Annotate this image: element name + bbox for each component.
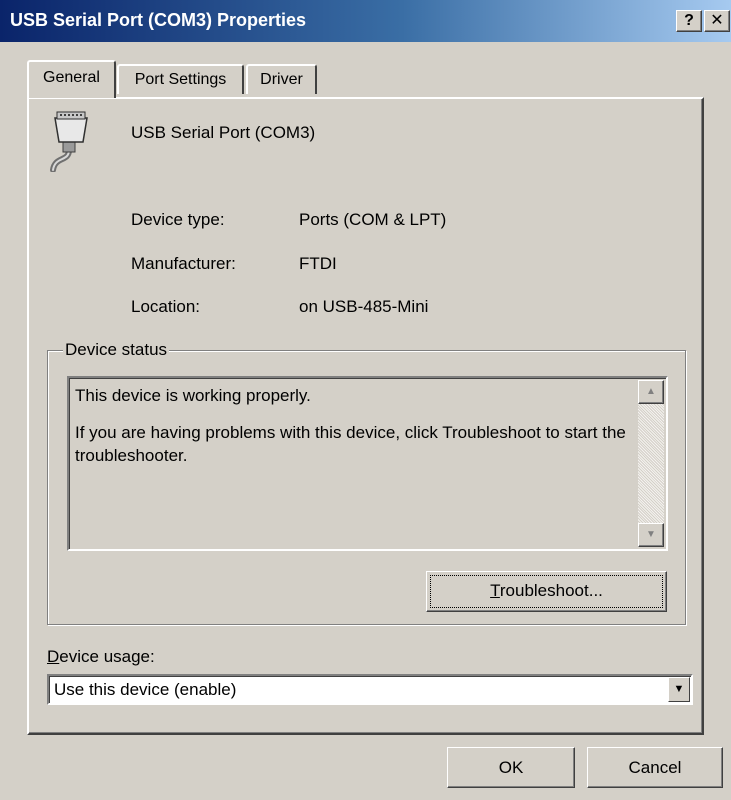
tab-general-label: General bbox=[43, 69, 100, 86]
device-status-group-label: Device status bbox=[63, 340, 170, 360]
ok-button[interactable]: OK bbox=[447, 747, 575, 788]
device-name: USB Serial Port (COM3) bbox=[131, 123, 316, 142]
device-type-label: Device type: bbox=[131, 210, 225, 229]
location-label: Location: bbox=[131, 297, 200, 316]
tab-general[interactable]: General bbox=[27, 60, 116, 98]
device-usage-dropdown[interactable]: Use this device (enable) ▼ bbox=[47, 674, 693, 705]
status-line-troubleshoot-hint: If you are having problems with this dev… bbox=[75, 423, 626, 465]
scroll-up-button[interactable]: ▲ bbox=[638, 380, 664, 404]
device-usage-mnemonic: D bbox=[47, 647, 60, 666]
manufacturer-label: Manufacturer: bbox=[131, 254, 236, 273]
device-usage-selected: Use this device (enable) bbox=[54, 680, 237, 699]
scroll-up-arrow-icon: ▲ bbox=[646, 386, 656, 397]
device-type-value: Ports (COM & LPT) bbox=[299, 210, 447, 229]
device-status-text: This device is working properly. If you … bbox=[75, 384, 635, 481]
close-button[interactable]: ✕ bbox=[704, 10, 730, 32]
ok-button-label: OK bbox=[498, 758, 524, 777]
status-line-working: This device is working properly. bbox=[75, 386, 311, 405]
scroll-down-button[interactable]: ▼ bbox=[638, 523, 664, 547]
tab-driver-label: Driver bbox=[260, 71, 303, 88]
location-value: on USB-485-Mini bbox=[299, 297, 429, 316]
focus-rectangle bbox=[430, 575, 663, 608]
scroll-down-arrow-icon: ▼ bbox=[646, 529, 656, 540]
chevron-down-icon: ▼ bbox=[673, 683, 685, 695]
title-bar[interactable]: USB Serial Port (COM3) Properties ? ✕ bbox=[0, 0, 731, 42]
help-button[interactable]: ? bbox=[676, 10, 702, 32]
device-usage-label-text: evice usage: bbox=[59, 647, 155, 666]
cancel-button[interactable]: Cancel bbox=[587, 747, 723, 788]
tab-port-settings[interactable]: Port Settings bbox=[117, 64, 244, 94]
dropdown-arrow-button[interactable]: ▼ bbox=[668, 677, 690, 702]
status-scrollbar[interactable]: ▲ ▼ bbox=[638, 380, 664, 547]
tab-driver[interactable]: Driver bbox=[246, 64, 317, 94]
help-icon: ? bbox=[684, 12, 694, 29]
cancel-button-label: Cancel bbox=[628, 758, 682, 777]
troubleshoot-button[interactable]: Troubleshoot... bbox=[426, 571, 667, 612]
serial-port-connector-icon bbox=[50, 111, 88, 172]
manufacturer-value: FTDI bbox=[299, 254, 337, 273]
window-title: USB Serial Port (COM3) Properties bbox=[10, 10, 307, 30]
device-status-textbox[interactable]: This device is working properly. If you … bbox=[67, 376, 668, 551]
tab-port-settings-label: Port Settings bbox=[134, 71, 227, 88]
device-usage-label: Device usage: bbox=[47, 647, 155, 667]
close-icon: ✕ bbox=[710, 12, 724, 29]
